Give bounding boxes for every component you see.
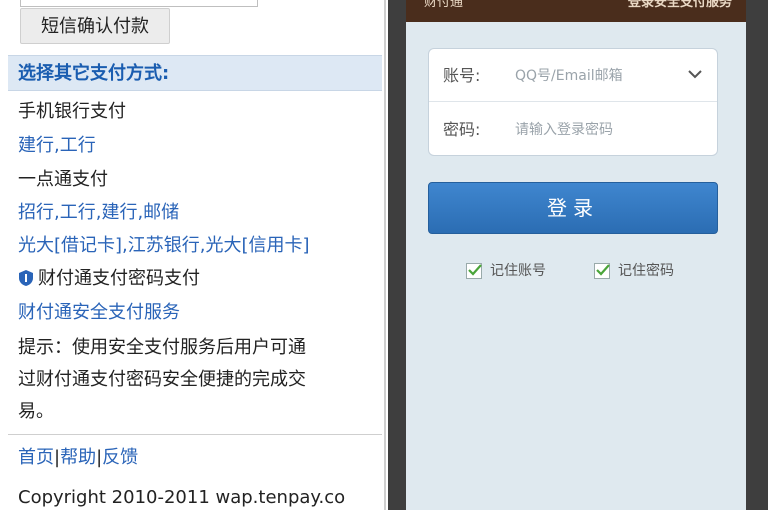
divider (8, 434, 382, 435)
password-row: 密码: (429, 103, 717, 156)
other-payment-methods-header: 选择其它支付方式: (8, 55, 382, 91)
tip-line-3: 易。 (18, 401, 54, 422)
remember-account-label: 记住账号 (490, 263, 546, 279)
tip-line-1: 提示：使用安全支付服务后用户可通 (18, 337, 306, 358)
tenpay-secure-service-link[interactable]: 财付通安全支付服务 (18, 301, 180, 325)
account-row: 账号: (429, 49, 717, 102)
password-input[interactable] (513, 117, 677, 143)
account-label: 账号: (443, 66, 481, 85)
checkbox-checked-icon[interactable] (466, 263, 482, 279)
payment-options-panel: 短信确认付款 选择其它支付方式: 手机银行支付 建行,工行 一点通支付 招行,工… (0, 0, 386, 510)
account-input[interactable] (513, 63, 677, 89)
footer-links: 首页|帮助|反馈 (18, 446, 138, 470)
tenpay-password-title: 财付通支付密码支付 (38, 268, 200, 289)
mobile-bank-title: 手机银行支付 (18, 101, 126, 122)
onepass-bank-links[interactable]: 招行,工行,建行,邮储 (18, 201, 179, 225)
phone-screen: 财付通 登录安全支付服务 账号: 密码: 登录 (406, 0, 746, 510)
remember-password-label: 记住密码 (618, 263, 674, 279)
login-button[interactable]: 登录 (428, 182, 718, 234)
footer-help-link[interactable]: 帮助 (60, 447, 96, 468)
checkbox-checked-icon[interactable] (594, 263, 610, 279)
mobile-bank-links[interactable]: 建行,工行 (18, 134, 96, 158)
remember-password-checkbox[interactable]: 记住密码 (594, 262, 674, 280)
chevron-down-icon[interactable] (687, 66, 703, 82)
password-label: 密码: (443, 120, 481, 139)
top-input-field[interactable] (20, 0, 258, 7)
shield-icon (18, 269, 34, 287)
tip-line-2: 过财付通支付密码安全便捷的完成交 (18, 369, 306, 390)
sms-confirm-payment-button[interactable]: 短信确认付款 (20, 8, 170, 44)
footer-feedback-link[interactable]: 反馈 (102, 447, 138, 468)
tenpay-password-row: 财付通支付密码支付 (18, 267, 200, 291)
onepass-card-links[interactable]: 光大[借记卡],江苏银行,光大[信用卡] (18, 234, 310, 258)
onepass-title: 一点通支付 (18, 169, 108, 190)
phone-header-bar: 财付通 登录安全支付服务 (406, 0, 746, 22)
phone-header-title: 登录安全支付服务 (627, 0, 732, 10)
login-form: 账号: 密码: (428, 48, 718, 156)
copyright-text: Copyright 2010-2011 wap.tenpay.co (18, 487, 346, 508)
phone-frame: 财付通 登录安全支付服务 账号: 密码: 登录 (388, 0, 768, 510)
tenpay-brand: 财付通 (424, 0, 464, 10)
remember-account-checkbox[interactable]: 记住账号 (466, 262, 546, 280)
footer-home-link[interactable]: 首页 (18, 447, 54, 468)
